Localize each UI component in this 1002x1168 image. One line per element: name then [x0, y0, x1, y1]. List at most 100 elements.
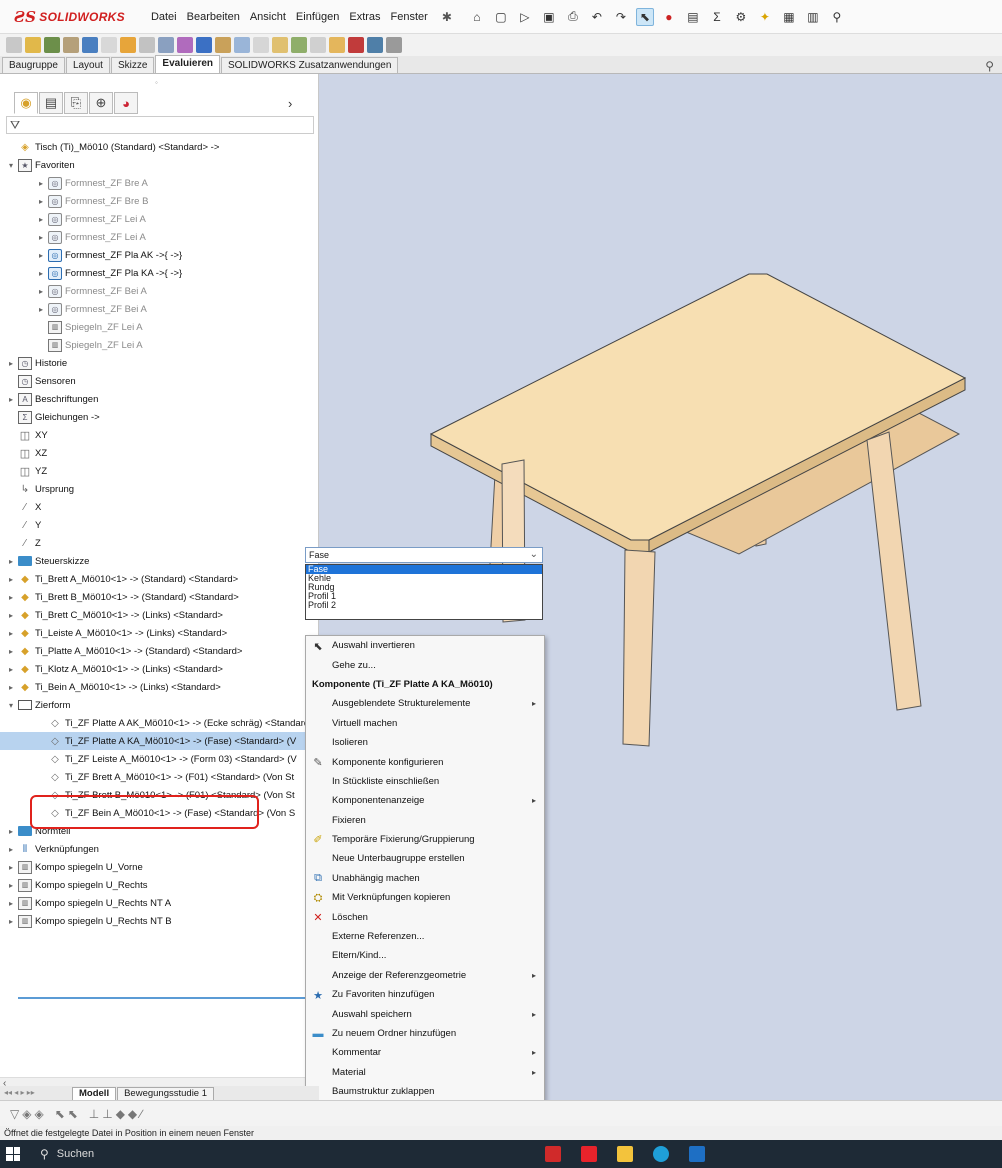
- profile-option[interactable]: Fase: [306, 565, 542, 574]
- display-manager-tab-icon[interactable]: ◕: [114, 92, 138, 114]
- expand-closed-icon[interactable]: ▸: [6, 629, 16, 638]
- tree-item[interactable]: ◷ Sensoren: [0, 372, 319, 390]
- tab-layout[interactable]: Layout: [65, 57, 110, 73]
- toolbar-tool-12-icon[interactable]: [215, 37, 231, 53]
- home-icon[interactable]: ⌂: [468, 8, 486, 26]
- undo-icon[interactable]: ↶: [588, 8, 606, 26]
- expand-closed-icon[interactable]: ▸: [6, 557, 16, 566]
- expand-closed-icon[interactable]: ▸: [36, 179, 46, 188]
- profile-option[interactable]: Profil 1: [306, 592, 542, 601]
- toolbar-tool-19-icon[interactable]: [348, 37, 364, 53]
- grid-icon[interactable]: ▦: [780, 8, 798, 26]
- tree-item[interactable]: ▸ ◷ Historie: [0, 354, 319, 372]
- expand-closed-icon[interactable]: ▸: [6, 611, 16, 620]
- tab-evaluieren[interactable]: Evaluieren: [155, 55, 221, 73]
- toolbar-tool-5-icon[interactable]: [82, 37, 98, 53]
- dimxpert-tab-icon[interactable]: ⊕: [89, 92, 113, 114]
- expand-open-icon[interactable]: ▾: [6, 701, 16, 710]
- tree-item[interactable]: ▸ ▥ Kompo spiegeln U_Rechts: [0, 876, 319, 894]
- menu-fenster[interactable]: Fenster: [391, 11, 428, 23]
- feature-tree-tab-icon[interactable]: ◉: [14, 92, 38, 114]
- chevron-down-icon[interactable]: ⌄: [530, 549, 538, 560]
- options-gear-icon[interactable]: ⚙: [732, 8, 750, 26]
- tree-item[interactable]: ◈ Tisch (Ti)_Mö010 (Standard) <Standard> …: [0, 138, 319, 156]
- acrobat-app-icon[interactable]: [581, 1146, 597, 1162]
- tree-item[interactable]: ↳ Ursprung: [0, 480, 319, 498]
- outlook-app-icon[interactable]: [689, 1146, 705, 1162]
- tree-item[interactable]: ◫ YZ: [0, 462, 319, 480]
- tree-item[interactable]: ▸ ◎ Formnest_ZF Pla KA ->{ ->}: [0, 264, 319, 282]
- property-manager-tab-icon[interactable]: ▤: [39, 92, 63, 114]
- configuration-manager-tab-icon[interactable]: ⎘: [64, 92, 88, 114]
- expand-closed-icon[interactable]: ▸: [6, 593, 16, 602]
- context-menu-item[interactable]: ⛭ Mit Verknüpfungen kopieren: [306, 888, 544, 907]
- expand-closed-icon[interactable]: ▸: [36, 305, 46, 314]
- context-menu-item[interactable]: ⬉ Auswahl invertieren: [306, 636, 544, 655]
- toolbar-tool-6-icon[interactable]: [101, 37, 117, 53]
- expand-closed-icon[interactable]: ▸: [36, 233, 46, 242]
- profile-option[interactable]: Rundg: [306, 583, 542, 592]
- tree-item[interactable]: ⁄ Z: [0, 534, 319, 552]
- tree-item[interactable]: ▸ ◎ Formnest_ZF Bei A: [0, 300, 319, 318]
- pin-icon[interactable]: ✱: [442, 10, 452, 24]
- list-icon[interactable]: ▥: [804, 8, 822, 26]
- tree-item[interactable]: ▸ ◎ Formnest_ZF Bre B: [0, 192, 319, 210]
- tree-item[interactable]: ▸ ◎ Formnest_ZF Bre A: [0, 174, 319, 192]
- toolbar-tool-13-icon[interactable]: [234, 37, 250, 53]
- tree-item[interactable]: Σ Gleichungen ->: [0, 408, 319, 426]
- front-left-leg[interactable]: [622, 549, 656, 747]
- tab-navigation-icon[interactable]: ◂◂ ◂ ▸ ▸▸: [4, 1088, 72, 1100]
- menu-extras[interactable]: Extras: [349, 11, 380, 23]
- tree-item[interactable]: ▸ ◆ Ti_Bein A_Mö010<1> -> (Links) <Standar…: [0, 678, 319, 696]
- context-menu-item[interactable]: ⧉ Unabhängig machen: [306, 869, 544, 888]
- filter-bar[interactable]: ⛛: [6, 116, 314, 134]
- panel-handle-icon[interactable]: ◦: [155, 78, 158, 87]
- tree-item[interactable]: ▸ ◆ Ti_Brett B_Mö010<1> -> (Standard) <Sta…: [0, 588, 319, 606]
- tree-item[interactable]: ▥ Spiegeln_ZF Lei A: [0, 336, 319, 354]
- expand-closed-icon[interactable]: ▸: [36, 251, 46, 260]
- file-explorer-app-icon[interactable]: [617, 1146, 633, 1162]
- tree-item[interactable]: ▸ A Beschriftungen: [0, 390, 319, 408]
- tree-item[interactable]: ▸ ◎ Formnest_ZF Lei A: [0, 228, 319, 246]
- tree-item[interactable]: ◇ Ti_ZF Platte A AK_Mö010<1> -> (Ecke sch…: [0, 714, 319, 732]
- new-document-icon[interactable]: ▢: [492, 8, 510, 26]
- tree-item[interactable]: ▸ ◎ Formnest_ZF Pla AK ->{ ->}: [0, 246, 319, 264]
- context-menu-item[interactable]: ▬ Zu neuem Ordner hinzufügen: [306, 1024, 544, 1043]
- tab-baugruppe[interactable]: Baugruppe: [2, 57, 65, 73]
- redo-icon[interactable]: ↷: [612, 8, 630, 26]
- tree-item[interactable]: ◇ Ti_ZF Leiste A_Mö010<1> -> (Form 03) <S…: [0, 750, 319, 768]
- expand-closed-icon[interactable]: ▸: [6, 683, 16, 692]
- expand-closed-icon[interactable]: ▸: [36, 197, 46, 206]
- context-menu-item[interactable]: In Stückliste einschließen: [306, 772, 544, 791]
- profile-option[interactable]: Kehle: [306, 574, 542, 583]
- sigma-icon[interactable]: Σ: [708, 8, 726, 26]
- tree-item[interactable]: ▸ ⫴ Verknüpfungen: [0, 840, 319, 858]
- context-menu-item[interactable]: Anzeige der Referenzgeometrie ▸: [306, 966, 544, 985]
- tree-item[interactable]: ▾ ★ Favoriten: [0, 156, 319, 174]
- save-icon[interactable]: ▣: [540, 8, 558, 26]
- context-menu-item[interactable]: ✐ Temporäre Fixierung/Gruppierung: [306, 830, 544, 849]
- view-tools-3-icon[interactable]: ⊥⊥◆◆∕: [89, 1107, 145, 1121]
- expand-closed-icon[interactable]: ▸: [36, 269, 46, 278]
- context-menu-item[interactable]: Isolieren: [306, 733, 544, 752]
- properties-icon[interactable]: ▤: [684, 8, 702, 26]
- expand-closed-icon[interactable]: ▸: [6, 845, 16, 854]
- menu-datei[interactable]: Datei: [151, 11, 177, 23]
- tree-item[interactable]: ◫ XY: [0, 426, 319, 444]
- toolbar-tool-16-icon[interactable]: [291, 37, 307, 53]
- profile-select[interactable]: Fase ⌄: [305, 547, 543, 563]
- search-icon[interactable]: ⚲: [985, 59, 994, 73]
- expand-closed-icon[interactable]: ▸: [6, 899, 16, 908]
- chevron-right-icon[interactable]: ›: [288, 96, 292, 111]
- tree-item[interactable]: ▸ ▥ Kompo spiegeln U_Rechts NT B: [0, 912, 319, 930]
- tab-bewegungsstudie[interactable]: Bewegungsstudie 1: [117, 1087, 215, 1100]
- select-icon[interactable]: ⬉: [635, 7, 654, 26]
- tree-item[interactable]: ⁄ X: [0, 498, 319, 516]
- taskbar-search[interactable]: ⚲ Suchen: [40, 1147, 94, 1161]
- solidworks-app-icon[interactable]: [545, 1146, 561, 1162]
- tree-item[interactable]: ▸ ▥ Kompo spiegeln U_Rechts NT A: [0, 894, 319, 912]
- tree-item[interactable]: ▸ ▥ Kompo spiegeln U_Vorne: [0, 858, 319, 876]
- context-menu-item[interactable]: Material ▸: [306, 1063, 544, 1082]
- menu-einfuegen[interactable]: Einfügen: [296, 11, 339, 23]
- context-menu-item[interactable]: Fixieren: [306, 811, 544, 830]
